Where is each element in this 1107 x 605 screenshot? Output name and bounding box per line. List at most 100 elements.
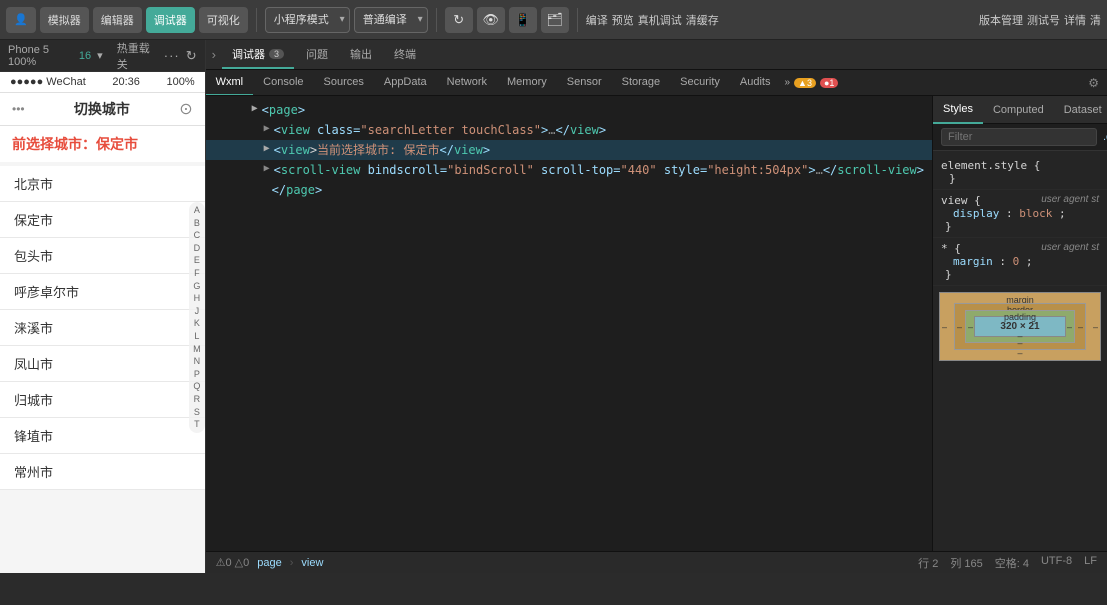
alpha-T[interactable]: T [192,418,202,431]
expand-arrow-4[interactable]: ▶ [264,161,270,176]
target-icon[interactable]: ⊙ [179,99,192,119]
tab-network[interactable]: Network [437,70,497,96]
tab-wxml[interactable]: Wxml [206,70,254,96]
compile-select[interactable]: 普通编译 [354,7,428,33]
alpha-L[interactable]: L [192,330,201,343]
error-count-badge: ●1 [820,78,838,88]
code-panel[interactable]: ▶ <page> ▶ <view class="searchLetter tou… [206,96,932,551]
list-item[interactable]: 北京市 [0,166,205,202]
mode-select[interactable]: 小程序模式 [265,7,350,33]
alpha-M[interactable]: M [191,343,203,356]
tab-styles[interactable]: Styles [933,96,983,124]
breadcrumb-page[interactable]: page [257,557,281,569]
refresh-phone-btn[interactable]: ↻ [186,48,197,64]
upload-btn[interactable]: 清 [1090,12,1101,28]
simulator-btn[interactable]: 模拟器 [40,7,89,33]
alpha-Q[interactable]: Q [191,380,202,393]
refresh-icon: ↻ [453,12,464,28]
list-item[interactable]: 常州市 [0,454,205,490]
avatar-btn[interactable]: 👤 [6,7,36,33]
refresh-btn[interactable]: ↻ [445,7,473,33]
expand-arrow-3[interactable]: ▶ [264,141,270,156]
list-item[interactable]: 保定市 [0,202,205,238]
alpha-S[interactable]: S [192,406,202,419]
tab-output[interactable]: 输出 [340,41,382,69]
dots-menu-icon[interactable]: ••• [12,102,25,116]
test-btn[interactable]: 测试号 [1027,12,1060,28]
tab-issues[interactable]: 问题 [296,41,338,69]
css-prop-display: display : block ; [941,207,1099,220]
css-rule-close-2: } [941,220,1099,233]
alpha-B[interactable]: B [192,217,202,230]
expand-arrow-1[interactable]: ▶ [252,101,258,116]
city-list[interactable]: 北京市 保定市 包头市 呼彦卓尔市 涞溪市 凤山市 归城市 锋埴市 常州市 [0,162,205,491]
alpha-P[interactable]: P [192,368,202,381]
alpha-D[interactable]: D [192,242,203,255]
list-item[interactable]: 凤山市 [0,346,205,382]
alpha-C[interactable]: C [192,229,203,242]
phone-time: 20:36 [112,76,140,88]
alpha-E[interactable]: E [192,254,202,267]
css-rule-close-1: } [941,172,1099,185]
devtools-tabs: › 调试器 3 问题 输出 终端 [206,40,1107,70]
real-debug-btn[interactable]: 📱 [509,7,537,33]
phone-screen: ●●●●● WeChat 20:36 100% ••• 切换城市 ⊙ 前选择城市… [0,72,205,573]
avatar-icon: 👤 [14,13,28,26]
bottom-bar: ⚠0 △0 page › view 行 2 列 165 空格: 4 UTF-8 … [206,551,1107,573]
nav-title: 切换城市 [25,99,180,119]
preview-btn[interactable]: 👁 [477,7,505,33]
breadcrumb-view[interactable]: view [301,557,323,569]
tab-debugger[interactable]: 调试器 3 [222,41,294,69]
alpha-A[interactable]: A [192,204,202,217]
editor-btn[interactable]: 编辑器 [93,7,142,33]
expand-arrow-2[interactable]: ▶ [264,121,270,136]
filter-cls-btn[interactable]: .cls [1103,131,1107,143]
alpha-G[interactable]: G [191,280,202,293]
tab-sensor[interactable]: Sensor [557,70,612,96]
code-line-5: </page> [206,180,932,200]
debugger-badge: 3 [269,49,284,59]
zoom-dropdown[interactable]: ▾ [97,49,103,62]
more-icon[interactable]: » [784,77,790,88]
alpha-K[interactable]: K [192,317,202,330]
phone-status-bar: ●●●●● WeChat 20:36 100% [0,72,205,93]
alpha-N[interactable]: N [192,355,203,368]
clear-cache-btn[interactable]: 🗂 [541,7,569,33]
spaces: 空格: 4 [995,555,1029,571]
list-item[interactable]: 归城市 [0,382,205,418]
alphabet-bar[interactable]: A B C D E F G H J K L M N P Q R S [189,202,205,433]
tab-computed[interactable]: Computed [983,96,1054,124]
alpha-J[interactable]: J [193,305,202,318]
alpha-R[interactable]: R [192,393,203,406]
code-line-3[interactable]: ▶ <view > 当前选择城市: 保定市 </view > [206,140,932,160]
hot-close-label[interactable]: 热重载 关 [117,40,158,72]
detail-btn[interactable]: 详情 [1064,12,1086,28]
tab-audits[interactable]: Audits [730,70,781,96]
filter-input[interactable] [941,128,1097,146]
list-item[interactable]: 锋埴市 [0,418,205,454]
tab-console[interactable]: Console [253,70,313,96]
css-rule-star: * { user agent st margin : 0 ; } [933,238,1107,286]
tab-memory[interactable]: Memory [497,70,557,96]
devtools-left-arrow[interactable]: › [212,47,216,62]
top-toolbar: 👤 模拟器 编辑器 调试器 可视化 小程序模式 普通编译 ↻ 👁 📱 🗂 编译 … [0,0,1107,40]
alpha-H[interactable]: H [192,292,203,305]
version-mgr-btn[interactable]: 版本管理 [979,12,1023,28]
css-rule-element-style: element.style { } [933,155,1107,190]
alpha-F[interactable]: F [192,267,202,280]
dots-btn[interactable]: ··· [164,48,180,63]
tab-security[interactable]: Security [670,70,730,96]
encoding: UTF-8 [1041,555,1072,571]
list-item[interactable]: 呼彦卓尔市 [0,274,205,310]
tab-storage[interactable]: Storage [612,70,671,96]
breadcrumb-sep: › [290,557,294,569]
tab-appdata[interactable]: AppData [374,70,437,96]
list-item[interactable]: 包头市 [0,238,205,274]
debugger-btn[interactable]: 调试器 [146,7,195,33]
tab-terminal[interactable]: 终端 [384,41,426,69]
tab-dataset[interactable]: Dataset [1054,96,1107,124]
list-item[interactable]: 涞溪市 [0,310,205,346]
tab-sources[interactable]: Sources [314,70,374,96]
settings-icon[interactable]: ⚙ [1080,76,1107,90]
visualize-btn[interactable]: 可视化 [199,7,248,33]
